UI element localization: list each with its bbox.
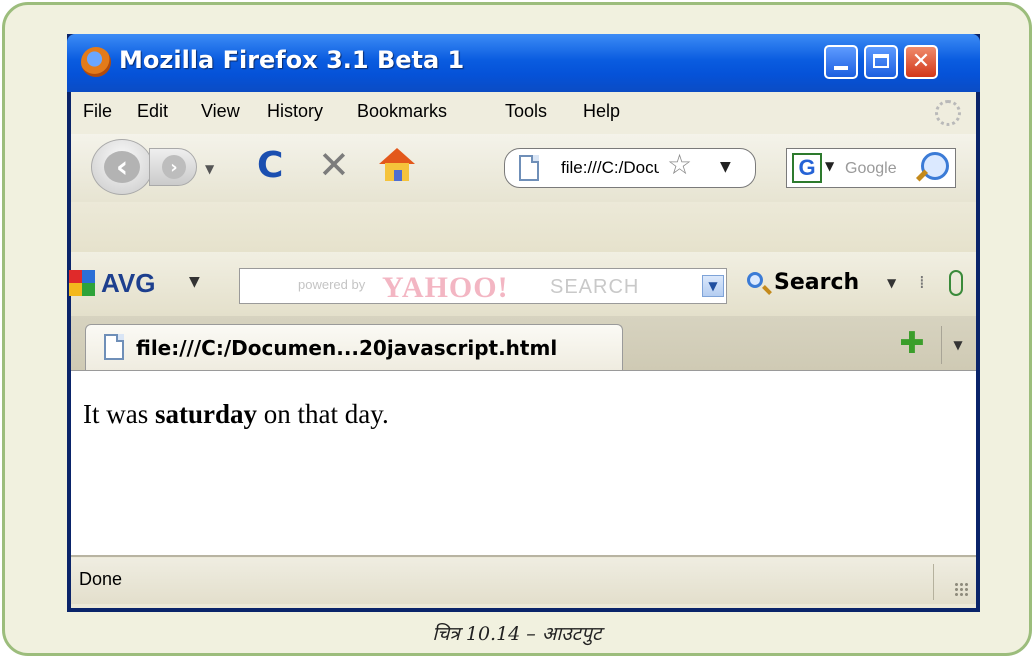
figure-caption: चित्र 10.14 – आउटपुट xyxy=(432,623,602,645)
search-go-icon[interactable] xyxy=(921,152,949,180)
browser-window: Mozilla Firefox 3.1 Beta 1 ✕ File Edit V… xyxy=(67,34,980,612)
title-bar[interactable]: Mozilla Firefox 3.1 Beta 1 ✕ xyxy=(67,34,980,92)
page-icon xyxy=(104,334,124,360)
home-icon[interactable] xyxy=(379,148,415,182)
menu-history[interactable]: History xyxy=(267,101,323,122)
minimize-icon xyxy=(834,66,848,70)
menu-bar: File Edit View History Bookmarks Tools H… xyxy=(71,92,976,134)
new-tab-icon[interactable]: ✚ xyxy=(898,329,926,359)
yahoo-logo: YAHOO! xyxy=(382,271,509,304)
window-title: Mozilla Firefox 3.1 Beta 1 xyxy=(119,46,465,74)
powered-by-label: powered by xyxy=(298,277,366,292)
back-arrow-icon: ‹ xyxy=(115,149,129,185)
throbber-icon xyxy=(935,100,961,126)
yahoo-search-label: SEARCH xyxy=(550,276,640,298)
back-button[interactable]: ‹ xyxy=(91,139,153,195)
tab-title: file:///C:/Documen...20javascript.html xyxy=(136,336,558,360)
page-content: It was saturday on that day. xyxy=(71,371,976,557)
tab-list-dropdown-icon[interactable]: ▼ xyxy=(941,326,974,364)
google-engine-icon[interactable]: G xyxy=(792,153,822,183)
menu-help[interactable]: Help xyxy=(583,101,620,122)
search-button[interactable]: Search xyxy=(774,270,859,295)
page-text: It was saturday on that day. xyxy=(83,399,389,429)
avg-toolbar: AVG ▼ powered by YAHOO! SEARCH ▼ Search … xyxy=(69,252,976,316)
avg-brand[interactable]: AVG xyxy=(101,268,155,299)
menu-file[interactable]: File xyxy=(83,101,112,122)
browser-client: File Edit View History Bookmarks Tools H… xyxy=(69,92,976,608)
close-button[interactable]: ✕ xyxy=(904,45,938,79)
reload-icon[interactable]: C xyxy=(257,148,283,184)
maximize-icon xyxy=(873,54,889,68)
menu-edit[interactable]: Edit xyxy=(137,101,168,122)
avg-dropdown-icon[interactable]: ▼ xyxy=(189,274,200,290)
page-icon xyxy=(519,155,539,181)
avg-logo-icon xyxy=(69,270,95,296)
status-text: Done xyxy=(79,569,123,589)
engine-dropdown-icon[interactable]: ▼ xyxy=(825,159,834,173)
menu-bookmarks[interactable]: Bookmarks xyxy=(357,101,447,122)
resize-grip-icon[interactable] xyxy=(933,564,972,600)
bookmark-star-icon[interactable]: ☆ xyxy=(667,151,692,179)
search-bar[interactable]: G ▼ Google xyxy=(786,148,956,188)
lock-icon[interactable] xyxy=(949,270,963,296)
url-bar[interactable]: file:///C:/Documents%20and%20Settings ☆ … xyxy=(504,148,756,188)
search-icon[interactable] xyxy=(747,272,763,288)
yahoo-dropdown-icon[interactable]: ▼ xyxy=(702,275,724,297)
url-dropdown-icon[interactable]: ▼ xyxy=(720,159,731,175)
close-icon: ✕ xyxy=(911,49,931,74)
search-dropdown-icon[interactable]: ▼ xyxy=(887,276,896,290)
menu-view[interactable]: View xyxy=(201,101,240,122)
empty-toolbar xyxy=(71,202,976,252)
status-bar: Done xyxy=(71,558,976,604)
navigation-toolbar: ‹ › ▼ C ✕ file:///C:/Documents%20and%20S… xyxy=(71,134,976,202)
search-input[interactable]: Google xyxy=(845,160,917,178)
bold-day: saturday xyxy=(154,399,257,429)
toolbar-grip-icon[interactable]: ⁞ xyxy=(919,272,925,293)
menu-tools[interactable]: Tools xyxy=(505,101,547,122)
firefox-logo-icon xyxy=(81,47,111,77)
minimize-button[interactable] xyxy=(824,45,858,79)
stop-icon[interactable]: ✕ xyxy=(318,146,350,184)
forward-arrow-icon: › xyxy=(162,155,186,179)
url-text[interactable]: file:///C:/Documents%20and%20Settings xyxy=(561,158,659,178)
maximize-button[interactable] xyxy=(864,45,898,79)
forward-button[interactable]: › xyxy=(149,148,197,186)
tab-bar: file:///C:/Documen...20javascript.html ✚… xyxy=(71,316,976,371)
tab-active[interactable]: file:///C:/Documen...20javascript.html xyxy=(85,324,623,370)
history-dropdown-icon[interactable]: ▼ xyxy=(205,162,214,176)
yahoo-search-input[interactable]: powered by YAHOO! SEARCH ▼ xyxy=(239,268,727,304)
